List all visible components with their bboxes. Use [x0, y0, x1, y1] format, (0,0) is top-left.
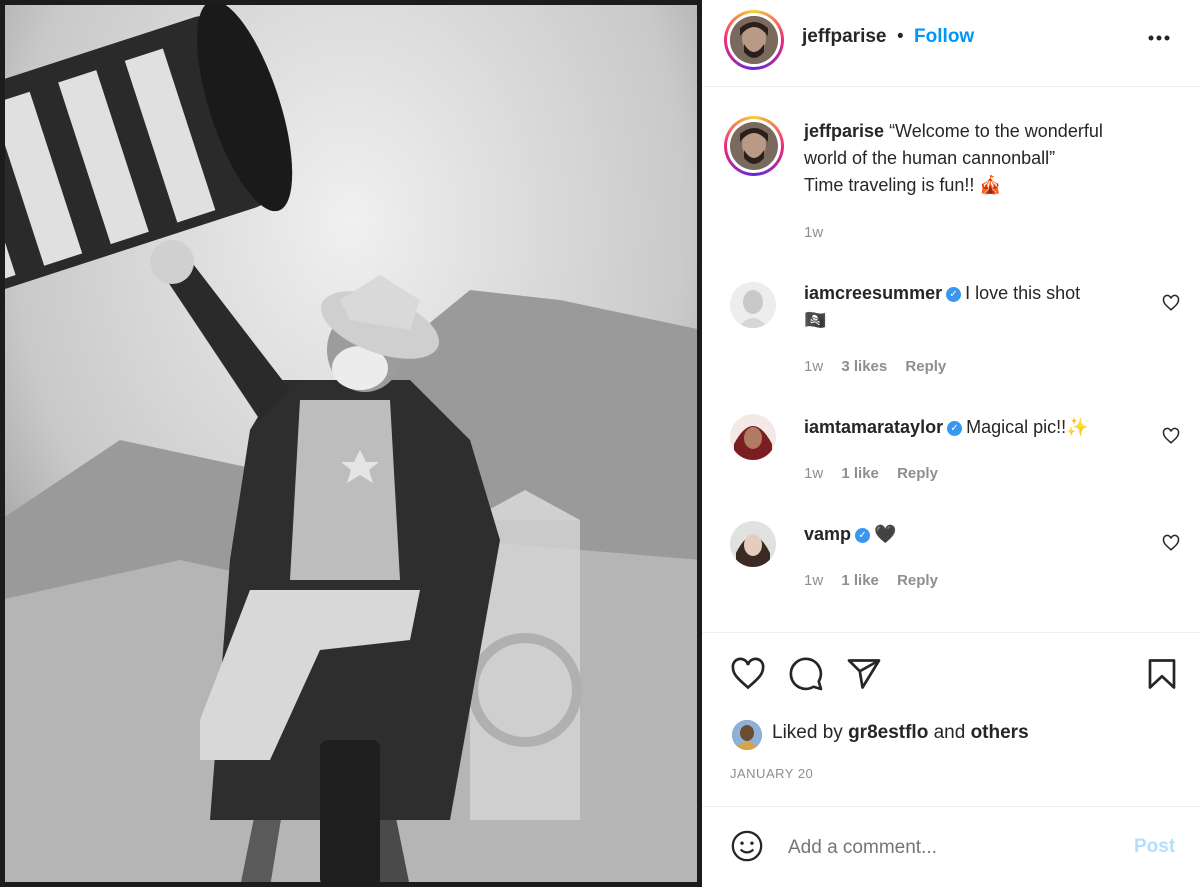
- post-header: jeffparise • Follow: [802, 26, 974, 48]
- comment-time: 1w: [804, 572, 824, 589]
- composer-divider: [702, 806, 1200, 807]
- verified-icon: ✓: [855, 527, 871, 543]
- share-icon[interactable]: [846, 656, 882, 697]
- liker-avatar[interactable]: [732, 720, 762, 750]
- comment-input[interactable]: [786, 832, 1130, 864]
- post-panel: jeffparise • Follow jeffparise “Welcome …: [702, 0, 1200, 887]
- caption-username[interactable]: jeffparise: [804, 121, 884, 141]
- caption: jeffparise “Welcome to the wonderful wor…: [804, 118, 1184, 199]
- caption-line-1: “Welcome to the wonderful: [889, 121, 1103, 141]
- comment-likes[interactable]: 3 likes: [841, 358, 887, 375]
- reply-button[interactable]: Reply: [897, 572, 938, 589]
- comment-likes[interactable]: 1 like: [841, 572, 879, 589]
- header-separator: •: [896, 26, 904, 47]
- bookmark-icon[interactable]: [1144, 656, 1180, 697]
- follow-button[interactable]: Follow: [914, 26, 974, 47]
- likes-summary: Liked by gr8estflo and others: [772, 722, 1029, 744]
- caption-line-2: world of the human cannonball”: [804, 148, 1056, 168]
- post-photo-illustration: [0, 0, 702, 887]
- header-divider: [702, 86, 1200, 87]
- comment-avatar[interactable]: [730, 414, 776, 460]
- comment-username[interactable]: iamtamarataylor: [804, 417, 943, 437]
- likes-and: and: [933, 722, 966, 743]
- post-photo[interactable]: [0, 0, 702, 887]
- reply-button[interactable]: Reply: [897, 465, 938, 482]
- post-button[interactable]: Post: [1134, 836, 1175, 858]
- reply-button[interactable]: Reply: [905, 358, 946, 375]
- comment-like-heart-icon[interactable]: [1162, 427, 1180, 450]
- comment-avatar[interactable]: [730, 521, 776, 567]
- actions-divider: [702, 632, 1200, 633]
- comment-body: iamtamarataylor ✓ Magical pic!!✨: [804, 414, 1154, 441]
- comment-meta: 1w 1 like Reply: [804, 572, 938, 589]
- comment-avatar[interactable]: [730, 282, 776, 328]
- comment-icon[interactable]: [788, 656, 824, 697]
- likes-prefix: Liked by: [772, 722, 843, 743]
- comment-username[interactable]: iamcreesummer: [804, 283, 942, 303]
- caption-line-3: Time traveling is fun!! 🎪: [804, 175, 1002, 195]
- comment-text-line-2: 🏴‍☠️: [804, 310, 827, 330]
- comment-body: iamcreesummer ✓ I love this shot 🏴‍☠️: [804, 280, 1154, 334]
- comment-body: vamp ✓ 🖤: [804, 521, 1154, 548]
- comment-like-heart-icon[interactable]: [1162, 534, 1180, 557]
- post-date[interactable]: JANUARY 20: [730, 766, 813, 781]
- verified-icon: ✓: [947, 420, 963, 436]
- emoji-icon[interactable]: [730, 829, 764, 868]
- comment-likes[interactable]: 1 like: [841, 465, 879, 482]
- more-icon[interactable]: [1146, 28, 1176, 48]
- comment-like-heart-icon[interactable]: [1162, 294, 1180, 317]
- comment-time: 1w: [804, 465, 824, 482]
- comment-text: I love this shot: [965, 283, 1081, 303]
- author-username[interactable]: jeffparise: [802, 26, 886, 47]
- comment-username[interactable]: vamp: [804, 524, 851, 544]
- verified-icon: ✓: [946, 286, 962, 302]
- comment-meta: 1w 1 like Reply: [804, 465, 938, 482]
- caption-time: 1w: [804, 224, 824, 241]
- likes-others-link[interactable]: others: [971, 722, 1029, 743]
- liked-by-user[interactable]: gr8estflo: [848, 722, 928, 743]
- comment-time: 1w: [804, 358, 824, 375]
- heart-icon[interactable]: [730, 656, 766, 697]
- comment-text: 🖤: [874, 524, 897, 544]
- caption-avatar[interactable]: [724, 116, 784, 176]
- comment-text: Magical pic!!✨: [966, 417, 1089, 437]
- comment-meta: 1w 3 likes Reply: [804, 358, 946, 375]
- author-avatar[interactable]: [724, 10, 784, 70]
